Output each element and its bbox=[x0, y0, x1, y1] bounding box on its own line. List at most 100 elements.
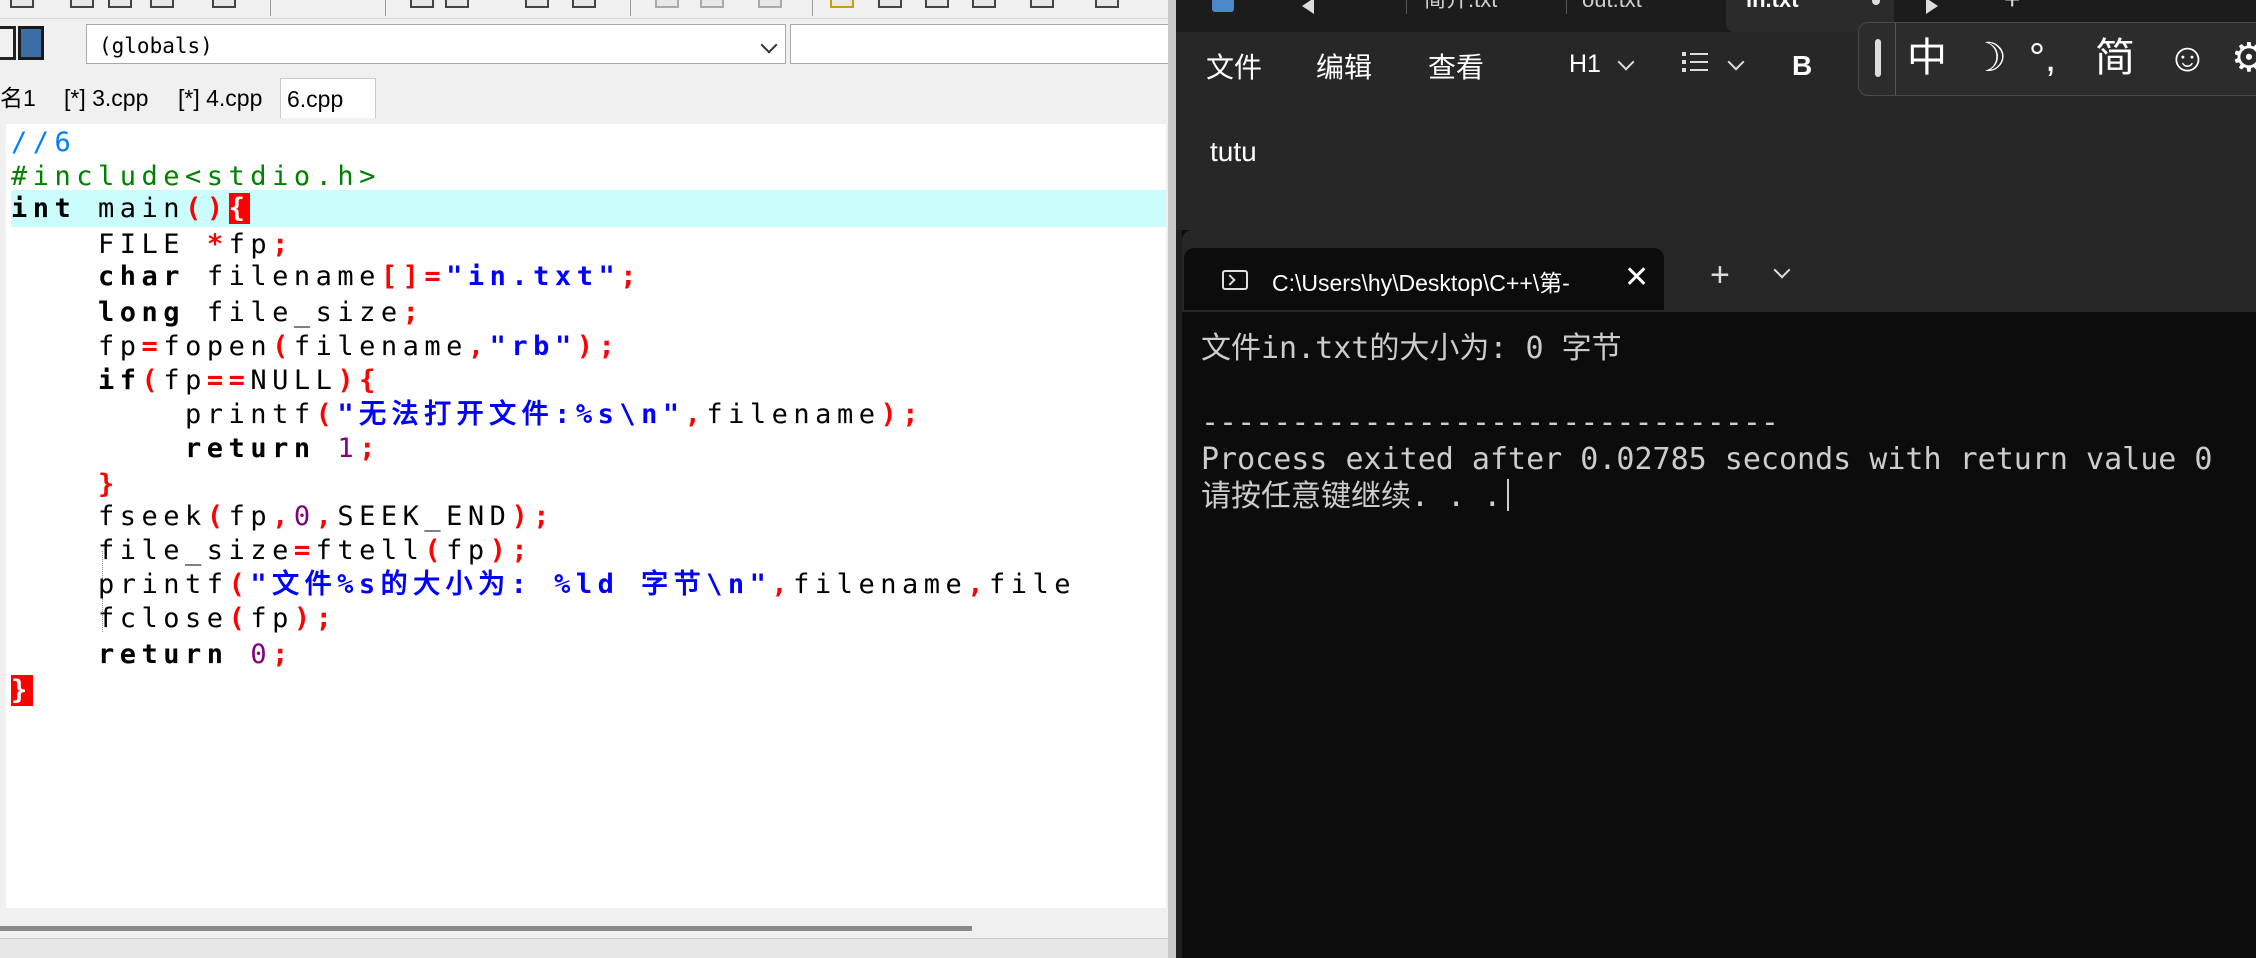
scope-combobox[interactable]: (globals) bbox=[86, 24, 786, 64]
editor-tab-label: 名1 bbox=[0, 85, 36, 111]
toolbar-icon[interactable] bbox=[700, 0, 724, 8]
code-token: ; bbox=[272, 229, 294, 260]
notepad-tab-label: in.txt bbox=[1746, 0, 1799, 12]
terminal-tab-bar: C:\Users\hy\Desktop\C++\第- ✕ + bbox=[1182, 230, 2256, 312]
code-line[interactable]: return 0; bbox=[11, 636, 294, 673]
terminal-output[interactable]: 文件in.txt的大小为: 0 字节 ----------------------… bbox=[1201, 330, 2212, 515]
toolbar-icon[interactable] bbox=[655, 0, 679, 8]
class-icon[interactable] bbox=[18, 26, 44, 60]
code-token: ; bbox=[620, 261, 642, 292]
chevron-down-icon bbox=[1727, 53, 1745, 71]
toolbar-icon[interactable] bbox=[410, 0, 434, 8]
toolbar-icon[interactable] bbox=[972, 0, 996, 8]
ime-toolbar: 中 ☽ °, 简 ☺ ⚙ bbox=[1858, 22, 2256, 96]
toolbar-icon[interactable] bbox=[1030, 0, 1054, 8]
code-line[interactable]: return 1; bbox=[11, 430, 381, 467]
toolbar-icon[interactable] bbox=[10, 0, 34, 8]
chevron-down-icon bbox=[760, 36, 778, 54]
toolbar-icon[interactable] bbox=[572, 0, 596, 8]
editor-tab-label: [*] 4.cpp bbox=[178, 85, 263, 111]
code-token: () bbox=[185, 193, 229, 224]
tab-separator bbox=[1406, 0, 1407, 14]
code-token: fp bbox=[228, 501, 273, 532]
code-line[interactable]: //6 bbox=[11, 124, 76, 161]
new-tab-button[interactable]: + bbox=[1710, 258, 1730, 292]
toolbar-icon[interactable] bbox=[525, 0, 549, 8]
code-line[interactable]: if(fp==NULL){ bbox=[11, 362, 381, 399]
code-token: fp bbox=[446, 535, 490, 566]
menu-edit[interactable]: 编辑 bbox=[1316, 46, 1372, 86]
drag-handle-icon[interactable] bbox=[1875, 39, 1881, 77]
code-token: ; bbox=[402, 297, 425, 328]
code-token: * bbox=[206, 229, 229, 260]
code-token: file_size bbox=[185, 297, 403, 328]
toolbar-separator bbox=[630, 0, 631, 16]
editor-tab-active[interactable]: 6.cpp bbox=[280, 78, 376, 118]
code-line[interactable]: fseek(fp,0,SEEK_END); bbox=[11, 498, 555, 535]
code-token: { bbox=[228, 193, 251, 224]
emoji-icon[interactable]: ☺ bbox=[2167, 33, 2208, 83]
code-line[interactable]: } bbox=[11, 672, 33, 709]
toolbar-icon[interactable] bbox=[212, 0, 236, 8]
editor-tab[interactable]: [*] 4.cpp bbox=[172, 78, 280, 118]
editor-tab[interactable]: [*] 3.cpp bbox=[58, 78, 168, 118]
toggle-icon[interactable] bbox=[0, 26, 16, 60]
terminal-tab[interactable]: C:\Users\hy\Desktop\C++\第- ✕ bbox=[1184, 248, 1664, 310]
toolbar-icon[interactable] bbox=[878, 0, 902, 8]
ide-toolbar bbox=[0, 0, 1174, 19]
toolbar-icon[interactable] bbox=[108, 0, 132, 8]
code-line[interactable]: file_size=ftell(fp); bbox=[11, 532, 533, 569]
editor-tab[interactable]: 名1 bbox=[0, 78, 44, 118]
code-token: ( bbox=[228, 569, 251, 600]
member-combobox[interactable] bbox=[790, 24, 1174, 64]
code-line[interactable]: int main(){ bbox=[11, 190, 1166, 227]
code-token: "rb" bbox=[489, 331, 577, 362]
code-editor[interactable]: //6 #include<stdio.h> int main(){ FILE *fp… bbox=[6, 124, 1166, 908]
code-token: ( bbox=[315, 399, 338, 430]
code-token: char bbox=[98, 261, 186, 292]
code-line[interactable]: fclose(fp); bbox=[11, 600, 337, 637]
code-token: ){ bbox=[337, 365, 381, 396]
toolbar-icon[interactable] bbox=[150, 0, 174, 8]
gear-icon[interactable]: ⚙ bbox=[2231, 33, 2256, 83]
notepad-tab-label: 简介.txt bbox=[1424, 0, 1497, 12]
ime-script-toggle[interactable]: 简 bbox=[2095, 33, 2135, 83]
close-icon[interactable]: ✕ bbox=[1624, 260, 1649, 295]
toolbar-icon[interactable] bbox=[1095, 0, 1119, 8]
menu-view[interactable]: 查看 bbox=[1428, 46, 1484, 86]
heading-dropdown[interactable]: H1 bbox=[1569, 50, 1601, 79]
code-line[interactable]: fp=fopen(filename,"rb"); bbox=[11, 328, 620, 365]
horizontal-scrollbar[interactable] bbox=[0, 920, 1174, 938]
notepad-tab[interactable]: 简介.txt bbox=[1424, 0, 1579, 25]
toolbar-icon[interactable] bbox=[70, 0, 94, 8]
scrollbar-thumb[interactable] bbox=[0, 926, 972, 931]
toolbar-icon[interactable] bbox=[445, 0, 469, 8]
terminal-line: -------------------------------- bbox=[1201, 405, 1779, 440]
toolbar-icon[interactable] bbox=[758, 0, 782, 8]
code-line[interactable]: printf("无法打开文件:%s\n",filename); bbox=[11, 396, 924, 433]
notepad-text[interactable]: tutu bbox=[1210, 136, 1257, 168]
ime-punct-toggle[interactable]: °, bbox=[2029, 33, 2056, 83]
code-token: long bbox=[98, 297, 186, 328]
toolbar-icon[interactable] bbox=[830, 0, 854, 8]
bold-button[interactable]: B bbox=[1792, 50, 1812, 82]
ime-mode-toggle[interactable]: 中 bbox=[1907, 33, 1947, 83]
code-token: fp bbox=[250, 603, 294, 634]
code-line[interactable]: printf("文件%s的大小为: %ld 字节\n",filename,fil… bbox=[11, 566, 1076, 603]
moon-icon[interactable]: ☽ bbox=[1971, 33, 2007, 83]
notepad-tab[interactable]: out.txt bbox=[1582, 0, 1732, 25]
code-token: ftell bbox=[315, 535, 425, 566]
code-line[interactable]: long file_size; bbox=[11, 294, 424, 331]
add-tab-button[interactable]: + bbox=[2004, 0, 2020, 16]
code-token: if bbox=[98, 365, 142, 396]
code-line[interactable]: char filename[]="in.txt"; bbox=[11, 258, 642, 295]
menu-file[interactable]: 文件 bbox=[1206, 46, 1262, 86]
code-token: , bbox=[272, 501, 294, 532]
unsaved-dot-icon[interactable] bbox=[1872, 0, 1880, 5]
scroll-right-icon[interactable] bbox=[1926, 0, 1938, 14]
scroll-left-icon[interactable] bbox=[1302, 0, 1314, 14]
toolbar-icon[interactable] bbox=[925, 0, 949, 8]
chevron-down-icon[interactable] bbox=[1773, 261, 1791, 279]
code-token: ( bbox=[228, 603, 251, 634]
